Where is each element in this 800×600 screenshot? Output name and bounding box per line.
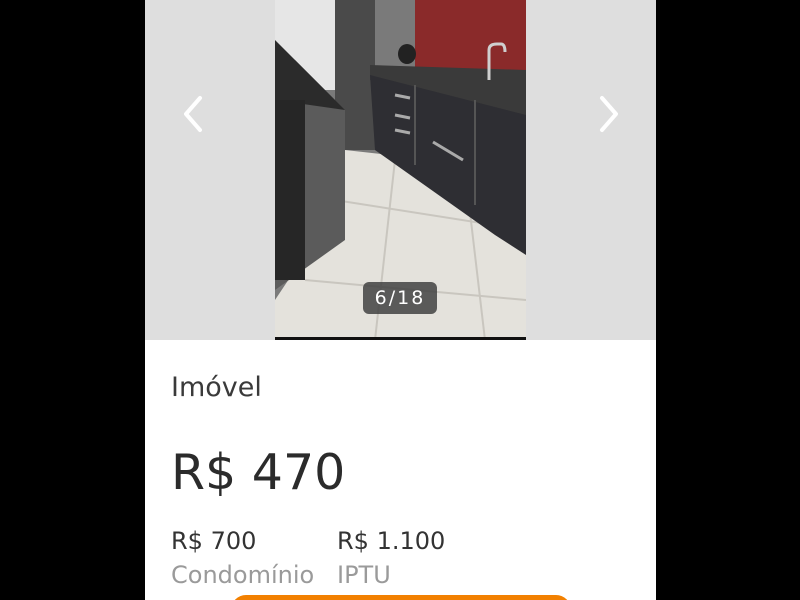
next-photo-button[interactable] <box>589 92 629 140</box>
listing-screen: 6/18 Imóvel R$ 470 R$ 700 Condomínio R$ … <box>145 0 656 600</box>
chevron-right-icon <box>596 94 622 138</box>
condominium-fee: R$ 700 Condomínio <box>171 527 314 589</box>
fee-amount: R$ 1.100 <box>337 527 446 555</box>
photo-counter: 6/18 <box>363 282 437 314</box>
listing-category: Imóvel <box>171 372 262 403</box>
photo-gallery[interactable]: 6/18 <box>145 0 656 340</box>
fee-label: IPTU <box>337 561 391 589</box>
contact-button[interactable] <box>231 595 571 600</box>
fee-label: Condomínio <box>171 561 315 589</box>
iptu-fee: R$ 1.100 IPTU <box>337 527 445 589</box>
chevron-left-icon <box>180 94 206 138</box>
fee-amount: R$ 700 <box>171 527 257 555</box>
listing-price: R$ 470 <box>171 444 346 501</box>
previous-photo-button[interactable] <box>173 92 213 140</box>
